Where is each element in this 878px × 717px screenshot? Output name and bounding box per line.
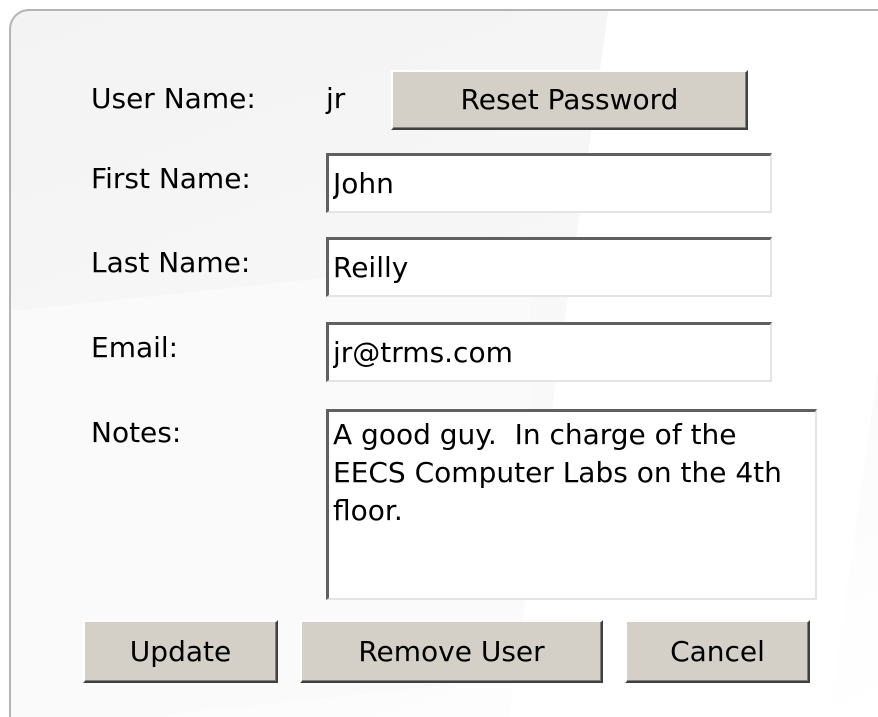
email-label: Email: [91,331,179,364]
last-name-label: Last Name: [91,246,251,279]
first-name-input[interactable] [326,153,772,213]
update-button[interactable]: Update [83,620,278,683]
reset-password-button[interactable]: Reset Password [391,70,748,130]
notes-label: Notes: [91,416,182,449]
email-input[interactable] [326,322,772,382]
first-name-label: First Name: [91,162,251,195]
username-value: jr [326,82,346,115]
notes-textarea[interactable]: A good guy. In charge of the EECS Comput… [326,409,817,600]
cancel-button[interactable]: Cancel [625,620,810,683]
remove-user-button[interactable]: Remove User [300,620,603,683]
username-label: User Name: [91,82,256,115]
last-name-input[interactable] [326,237,772,297]
